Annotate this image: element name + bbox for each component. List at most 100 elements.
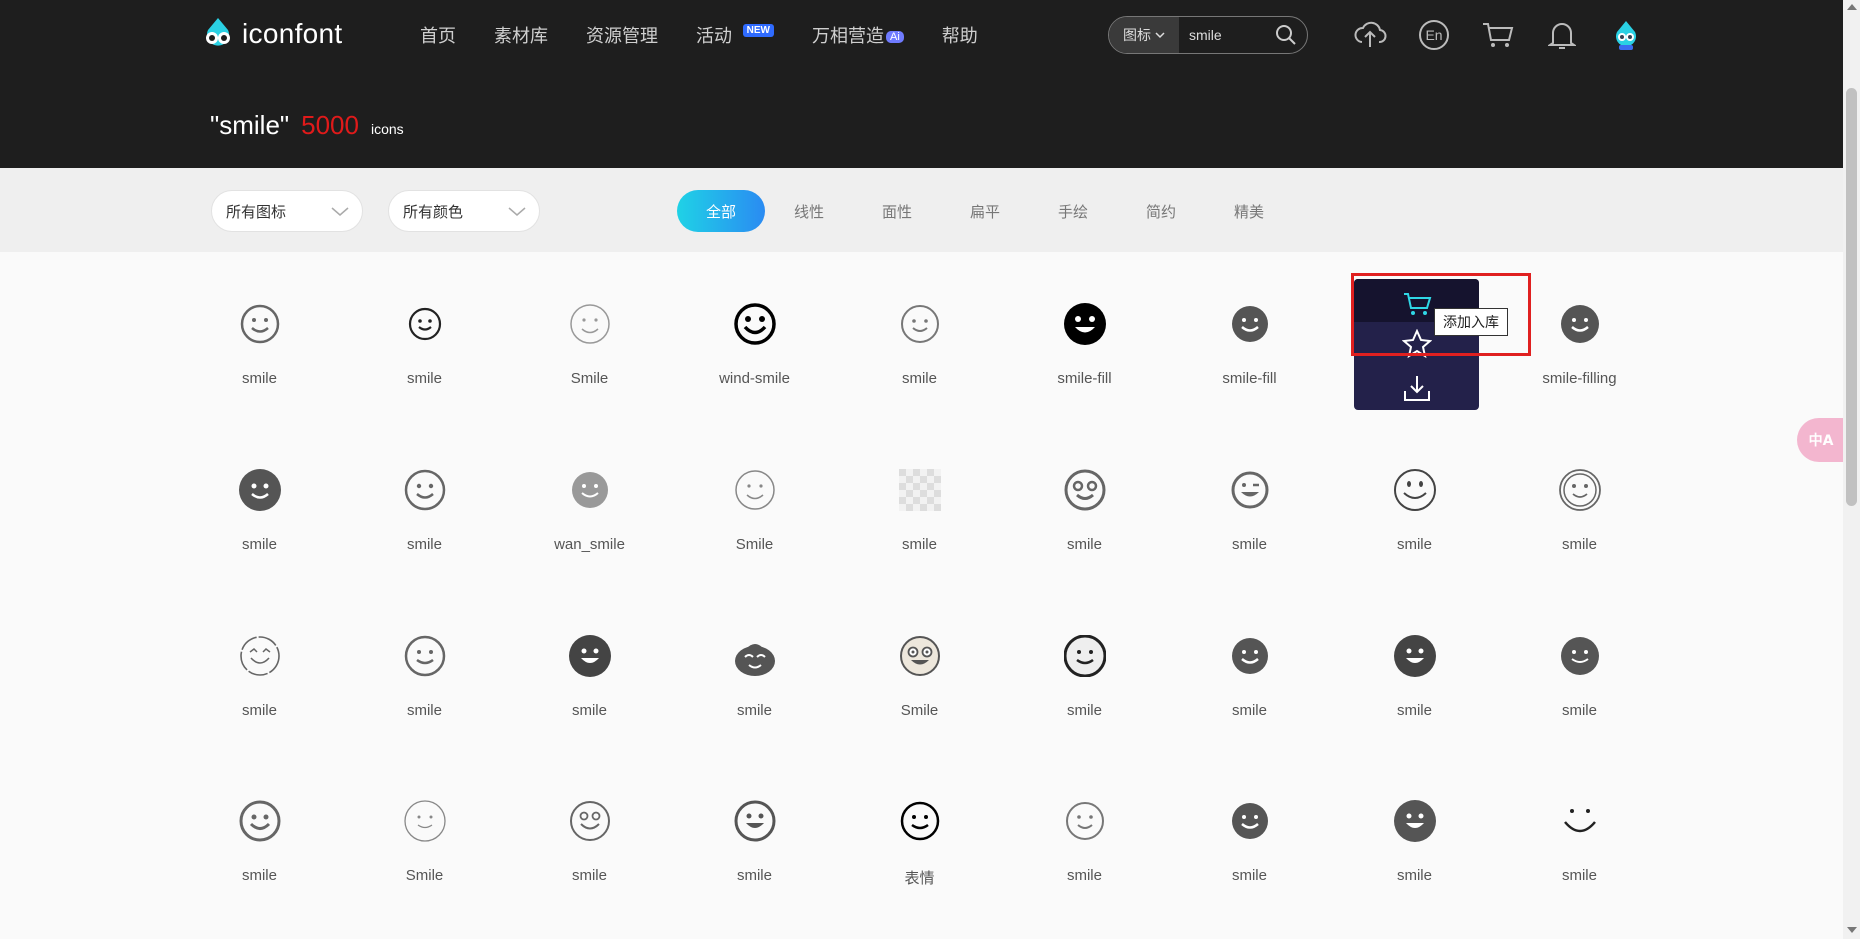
tab-hand-drawn[interactable]: 手绘: [1029, 190, 1117, 232]
icon-label: smile: [241, 867, 277, 884]
icon-card[interactable]: smile: [837, 270, 1002, 410]
language-label: En: [1425, 27, 1442, 43]
search-icon[interactable]: [1271, 24, 1301, 46]
cloud-upload-icon[interactable]: [1338, 16, 1402, 54]
icon-card[interactable]: smile: [672, 767, 837, 907]
icon-card[interactable]: smile: [1497, 436, 1662, 576]
avatar[interactable]: [1594, 16, 1658, 54]
search-type-label: 图标: [1123, 28, 1151, 44]
smile-icon: [734, 303, 776, 345]
smile-fill-icon: [1561, 305, 1599, 343]
smile-icon: [1559, 469, 1601, 511]
nav-help[interactable]: 帮助: [942, 22, 978, 48]
icon-card[interactable]: smile-fill: [1167, 270, 1332, 410]
icon-card[interactable]: smile: [837, 436, 1002, 576]
logo[interactable]: iconfont: [200, 16, 342, 52]
icon-card[interactable]: smile: [342, 436, 507, 576]
icon-label: smile: [736, 867, 772, 884]
smile-fill-icon: [1232, 306, 1268, 342]
smile-glasses-icon: [900, 636, 940, 676]
icon-label: smile: [1066, 867, 1102, 884]
smile-fill-icon: [1561, 637, 1599, 675]
translate-button[interactable]: 中A: [1797, 418, 1845, 462]
scroll-thumb[interactable]: [1846, 88, 1857, 506]
icon-card[interactable]: smile: [177, 602, 342, 742]
icon-label: smile: [1396, 702, 1432, 719]
icon-card[interactable]: smile: [1002, 767, 1167, 907]
icon-card[interactable]: smile: [1332, 436, 1497, 576]
nav-wanxiang[interactable]: 万相营造 Ai: [812, 22, 904, 48]
result-heading: "smile" 5000 icons: [210, 110, 404, 141]
search-type-select[interactable]: 图标: [1109, 17, 1179, 53]
icon-label: smile: [736, 702, 772, 719]
icon-card[interactable]: smile: [507, 767, 672, 907]
icon-card[interactable]: Smile: [837, 602, 1002, 742]
smile-icon: [570, 801, 610, 841]
smile-minimal-icon: [1564, 809, 1596, 833]
icon-card[interactable]: smile: [177, 767, 342, 907]
chevron-down-icon: [508, 207, 526, 216]
icon-card[interactable]: smile: [1002, 602, 1167, 742]
icon-card[interactable]: smile: [1167, 436, 1332, 576]
icon-card[interactable]: smile: [1167, 602, 1332, 742]
transparent-placeholder-icon: [899, 469, 941, 511]
icon-card[interactable]: smile: [1167, 767, 1332, 907]
tab-flat[interactable]: 扁平: [941, 190, 1029, 232]
icon-card[interactable]: smile: [1497, 602, 1662, 742]
top-header: iconfont 首页 素材库 资源管理 活动 NEW 万相营造 Ai 帮助 图标 …: [0, 0, 1843, 168]
color-select[interactable]: 所有颜色: [388, 190, 540, 232]
icon-card[interactable]: smile: [177, 270, 342, 410]
nav-library[interactable]: 素材库: [494, 22, 548, 48]
icon-card[interactable]: smile: [342, 602, 507, 742]
tab-simple[interactable]: 简约: [1117, 190, 1205, 232]
icon-card[interactable]: smile: [177, 436, 342, 576]
scroll-up-icon[interactable]: [1847, 4, 1857, 10]
icon-card[interactable]: smile: [1002, 436, 1167, 576]
scroll-down-icon[interactable]: [1847, 927, 1857, 933]
smile-bun-icon: [735, 644, 775, 676]
nav-wanxiang-label: 万相营造: [812, 26, 884, 47]
icon-card[interactable]: wind-smile: [672, 270, 837, 410]
icon-label: 表情: [904, 870, 935, 887]
search-input[interactable]: [1179, 27, 1271, 43]
icon-label: wan_smile: [554, 536, 625, 553]
icon-label: wind-smile: [719, 370, 790, 387]
icon-card[interactable]: 表情: [837, 767, 1002, 907]
icon-label: smile-fill: [1222, 370, 1277, 387]
bell-icon[interactable]: [1530, 16, 1594, 54]
icon-card[interactable]: smile-fill: [1002, 270, 1167, 410]
icon-card[interactable]: Smile: [342, 767, 507, 907]
tab-exquisite[interactable]: 精美: [1205, 190, 1293, 232]
download-icon[interactable]: [1400, 371, 1434, 405]
icon-card[interactable]: smile: [507, 602, 672, 742]
result-unit: icons: [370, 121, 404, 137]
scrollbar[interactable]: [1843, 0, 1860, 939]
smile-icon: [408, 307, 442, 341]
icon-card[interactable]: wan_smile: [507, 436, 672, 576]
nav-activity[interactable]: 活动 NEW: [696, 22, 774, 48]
icon-type-select[interactable]: 所有图标: [211, 190, 363, 232]
style-tabs: 全部 线性 面性 扁平 手绘 简约 精美: [677, 190, 1293, 232]
icon-card[interactable]: smile: [342, 270, 507, 410]
nav-resources[interactable]: 资源管理: [586, 22, 658, 48]
icon-card[interactable]: Smile: [507, 270, 672, 410]
header-actions: En: [1338, 16, 1658, 54]
smile-icon: [404, 635, 446, 677]
icon-label: smile: [1231, 536, 1267, 553]
tab-linear[interactable]: 线性: [765, 190, 853, 232]
tab-all[interactable]: 全部: [677, 190, 765, 232]
tooltip: 添加入库: [1434, 308, 1508, 336]
filter-bar: 所有图标 所有颜色 全部 线性 面性 扁平 手绘 简约 精美: [0, 168, 1843, 252]
cart-icon[interactable]: [1466, 16, 1530, 54]
icon-card[interactable]: smile: [1332, 602, 1497, 742]
nav-home[interactable]: 首页: [420, 22, 456, 48]
smile-icon: [1394, 469, 1436, 511]
icon-card[interactable]: Smile: [672, 436, 837, 576]
smile-wink-icon: [1231, 471, 1269, 509]
icon-type-select-label: 所有图标: [226, 202, 287, 221]
icon-card[interactable]: smile: [1332, 767, 1497, 907]
language-en-icon[interactable]: En: [1402, 16, 1466, 54]
tab-fill[interactable]: 面性: [853, 190, 941, 232]
icon-card[interactable]: smile: [1497, 767, 1662, 907]
icon-card[interactable]: smile: [672, 602, 837, 742]
